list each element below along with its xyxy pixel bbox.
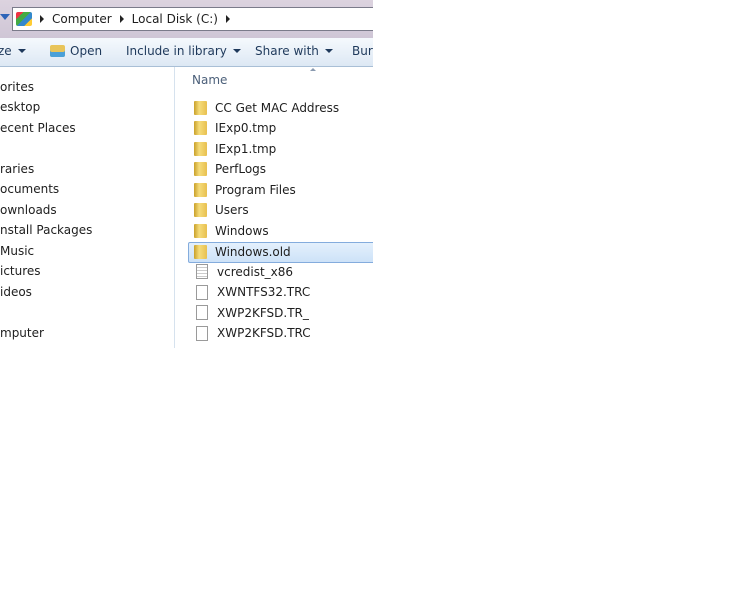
file-name: XWP2KFSD.TRC — [217, 326, 311, 340]
breadcrumb-arrow-icon[interactable] — [119, 15, 124, 23]
chevron-down-icon — [232, 49, 241, 53]
folder-icon — [194, 162, 207, 176]
chevron-down-icon — [17, 49, 26, 53]
file-row[interactable]: Windows — [189, 221, 373, 240]
file-row[interactable]: XWP2KFSD.TR_ — [189, 303, 373, 322]
file-row[interactable]: Program Files — [189, 180, 373, 199]
file-name: Windows.old — [215, 245, 291, 259]
history-dropdown-icon[interactable] — [0, 14, 10, 20]
folder-icon — [194, 141, 207, 156]
nav-item[interactable]: orites — [0, 80, 34, 94]
folder-icon — [194, 100, 207, 115]
file-name: IExp0.tmp — [215, 121, 277, 135]
nav-item[interactable]: raries — [0, 162, 34, 176]
file-name: Users — [215, 203, 249, 217]
file-row[interactable]: vcredist_x86 — [189, 262, 373, 281]
nav-item[interactable]: ideos — [0, 285, 32, 299]
breadcrumb-arrow-icon[interactable] — [225, 15, 230, 23]
file-name: XWNTFS32.TRC — [217, 285, 311, 299]
file-row[interactable]: CC Get MAC Address — [189, 98, 373, 117]
include-label: Include in library — [126, 44, 227, 58]
breadcrumb-local-disk[interactable]: Local Disk (C:) — [132, 12, 218, 26]
file-icon — [196, 325, 208, 341]
file-row[interactable]: Windows.old — [188, 241, 373, 263]
share-with-button[interactable]: Share with — [255, 44, 333, 58]
file-name: Program Files — [215, 182, 296, 197]
open-label: Open — [70, 44, 103, 58]
chevron-down-icon — [324, 49, 333, 53]
nav-item[interactable]: ownloads — [0, 203, 57, 217]
nav-item[interactable]: mputer — [0, 326, 44, 340]
column-header-name[interactable]: Name — [192, 73, 227, 87]
file-list: Name CC Get MAC Address IExp0.tmp IExp1.tm… — [176, 67, 373, 348]
folder-icon — [194, 223, 207, 238]
file-name: XWP2KFSD.TR_ — [217, 305, 309, 320]
file-icon — [196, 284, 208, 300]
organize-label: ze — [0, 44, 12, 58]
nav-item[interactable]: Music — [0, 244, 34, 258]
open-button[interactable]: Open — [50, 44, 102, 58]
file-row[interactable]: PerfLogs — [189, 160, 373, 179]
nav-item[interactable]: ocuments — [0, 182, 59, 196]
file-icon — [196, 264, 208, 279]
organize-button[interactable]: ze — [0, 44, 26, 58]
nav-item[interactable]: nstall Packages — [0, 223, 92, 237]
file-row[interactable]: XWP2KFSD.TRC — [189, 324, 373, 343]
nav-item[interactable]: ictures — [0, 264, 41, 278]
folder-icon — [194, 245, 207, 259]
file-row[interactable]: IExp0.tmp — [189, 119, 373, 138]
navigation-pane: orites esktop ecent Places raries ocuments ow… — [0, 67, 175, 348]
file-name: Windows — [215, 223, 269, 238]
nav-item[interactable]: ecent Places — [0, 121, 76, 135]
folder-icon — [194, 182, 207, 197]
folder-icon — [194, 121, 207, 135]
file-row[interactable]: IExp1.tmp — [189, 139, 373, 158]
open-icon — [50, 45, 65, 57]
file-row[interactable]: XWNTFS32.TRC — [189, 283, 373, 302]
breadcrumb-computer[interactable]: Computer — [52, 12, 112, 26]
file-name: vcredist_x86 — [217, 264, 294, 279]
folder-icon — [194, 203, 207, 217]
address-bar[interactable]: Computer Local Disk (C:) — [12, 7, 373, 31]
sort-ascending-icon — [310, 68, 316, 71]
command-bar: ze Open Include in library Share with Bu… — [0, 38, 373, 67]
file-name: CC Get MAC Address — [215, 100, 340, 115]
file-name: IExp1.tmp — [215, 141, 277, 156]
include-in-library-button[interactable]: Include in library — [126, 44, 241, 58]
file-icon — [196, 305, 208, 320]
burn-button[interactable]: Burn — [352, 44, 373, 58]
breadcrumb-arrow-icon[interactable] — [40, 15, 44, 23]
share-label: Share with — [255, 44, 319, 58]
file-row[interactable]: Users — [189, 201, 373, 220]
file-name: PerfLogs — [215, 162, 267, 176]
explorer-window: Computer Local Disk (C:) ze Open Include… — [0, 0, 373, 348]
burn-label: Burn — [352, 44, 373, 58]
computer-icon — [16, 12, 32, 26]
nav-item[interactable]: esktop — [0, 100, 40, 114]
